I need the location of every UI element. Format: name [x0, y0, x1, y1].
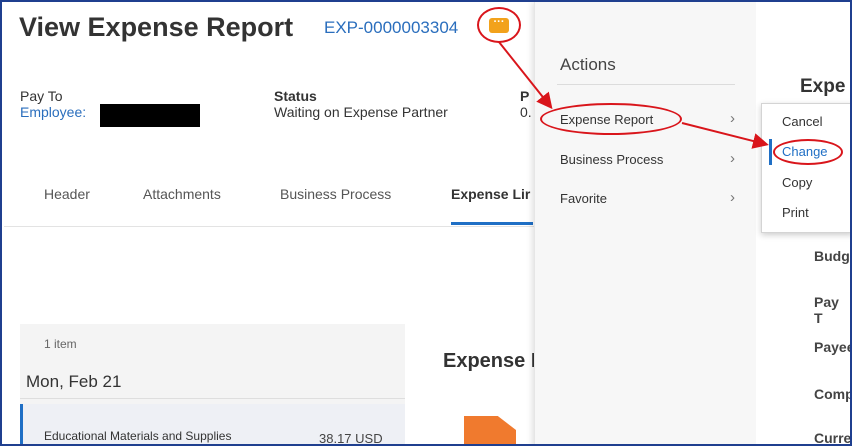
arrow — [498, 41, 553, 110]
screenshot-frame: View Expense Report EXP-0000003304 ··· P… — [0, 0, 852, 446]
arrow — [681, 122, 769, 149]
annotation-arrows — [498, 41, 769, 149]
